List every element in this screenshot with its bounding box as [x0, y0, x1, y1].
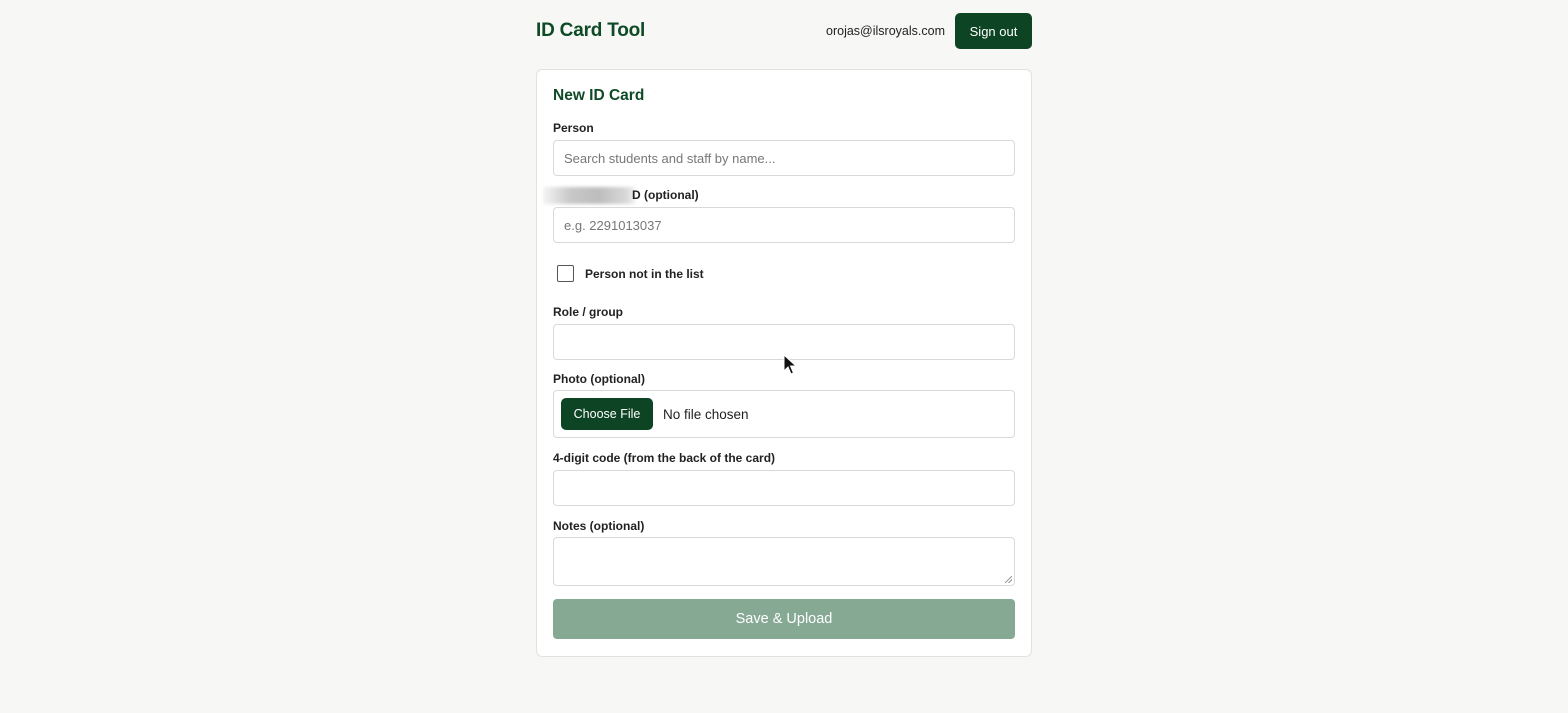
notes-textarea[interactable] [553, 537, 1015, 586]
person-label: Person [553, 121, 594, 135]
code-input[interactable] [553, 470, 1015, 506]
pointer-arrow-icon [783, 354, 797, 375]
photo-label: Photo (optional) [553, 372, 645, 386]
redacted-label-segment [543, 187, 635, 204]
not-in-list-label[interactable]: Person not in the list [585, 267, 704, 281]
not-in-list-checkbox[interactable] [557, 265, 574, 282]
id-label: D (optional) [632, 188, 699, 202]
sign-out-button[interactable]: Sign out [955, 13, 1032, 49]
app-header: ID Card Tool orojas@ilsroyals.com Sign o… [536, 13, 1032, 49]
resize-grip-icon[interactable] [1005, 576, 1012, 583]
user-email: orojas@ilsroyals.com [826, 24, 945, 38]
app-title: ID Card Tool [536, 20, 646, 41]
person-search-input[interactable]: Search students and staff by name... [553, 140, 1015, 176]
id-number-input[interactable]: e.g. 2291013037 [553, 207, 1015, 243]
choose-file-button[interactable]: Choose File [561, 398, 653, 430]
file-status: No file chosen [663, 406, 749, 422]
role-label: Role / group [553, 305, 623, 319]
photo-file-input[interactable]: Choose File No file chosen [553, 390, 1015, 438]
save-upload-button[interactable]: Save & Upload [553, 599, 1015, 639]
notes-label: Notes (optional) [553, 519, 645, 533]
form-title: New ID Card [553, 87, 645, 104]
code-label: 4-digit code (from the back of the card) [553, 451, 776, 465]
header-user-area: orojas@ilsroyals.com Sign out [826, 13, 1032, 49]
